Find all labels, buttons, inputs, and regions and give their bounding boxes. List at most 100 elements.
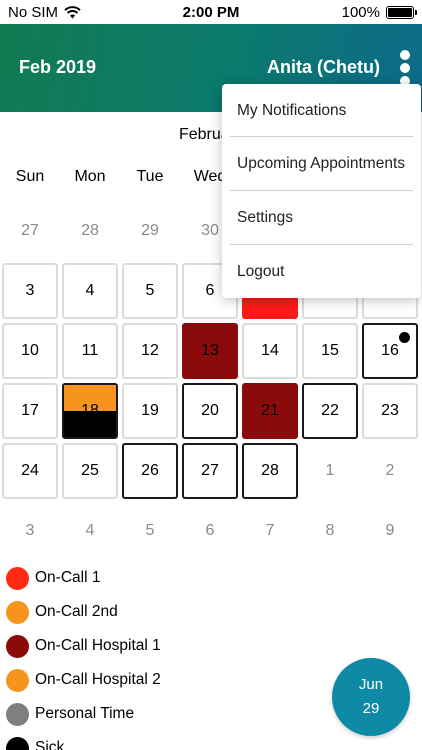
calendar-day[interactable]: 19 bbox=[122, 383, 178, 439]
header-user-name: Anita (Chetu) bbox=[267, 57, 380, 77]
legend-label: On-Call Hospital 1 bbox=[35, 637, 161, 654]
calendar-day-number: 27 bbox=[21, 222, 39, 239]
calendar-day[interactable]: 1 bbox=[302, 443, 358, 499]
calendar-day[interactable]: 10 bbox=[2, 323, 58, 379]
today-month: Jun bbox=[358, 676, 384, 693]
calendar-day-number: 17 bbox=[21, 402, 39, 419]
calendar-day[interactable]: 20 bbox=[182, 383, 238, 439]
calendar-day-number: 5 bbox=[145, 522, 155, 539]
calendar-day[interactable]: 15 bbox=[302, 323, 358, 379]
legend-swatch bbox=[6, 566, 29, 590]
battery-percent: 100% bbox=[341, 3, 380, 21]
calendar-day-number: 3 bbox=[25, 282, 35, 299]
today-button[interactable]: Jun 29 bbox=[332, 658, 410, 736]
event-dot-icon bbox=[399, 332, 410, 343]
menu-item-appointments[interactable]: Upcoming Appointments bbox=[222, 137, 421, 191]
status-bar: No SIM 2:00 PM 100% bbox=[0, 0, 422, 24]
calendar-day-number: 15 bbox=[321, 342, 339, 359]
today-day: 29 bbox=[362, 700, 380, 717]
legend-swatch bbox=[6, 702, 29, 726]
menu-item-settings[interactable]: Settings bbox=[222, 191, 421, 245]
calendar-day[interactable]: 9 bbox=[362, 503, 418, 559]
calendar-day[interactable]: 22 bbox=[302, 383, 358, 439]
calendar-day[interactable]: 3 bbox=[2, 263, 58, 319]
menu-item-notifications[interactable]: My Notifications bbox=[222, 84, 421, 138]
legend-label: On-Call 2nd bbox=[35, 603, 118, 620]
weekday-label: Sun bbox=[15, 168, 45, 185]
calendar-day-number: 28 bbox=[261, 462, 279, 479]
legend-label: Sick bbox=[35, 739, 65, 750]
battery-icon bbox=[386, 5, 417, 19]
calendar-day-number: 6 bbox=[205, 522, 215, 539]
calendar-day-number: 30 bbox=[201, 222, 219, 239]
calendar-day[interactable]: 4 bbox=[62, 263, 118, 319]
calendar-day-number: 26 bbox=[141, 462, 159, 479]
calendar-day[interactable]: 5 bbox=[122, 263, 178, 319]
calendar-day-number: 6 bbox=[205, 282, 215, 299]
calendar-day-number: 21 bbox=[261, 402, 279, 419]
legend-item: On-Call 2nd bbox=[6, 600, 118, 624]
header-month[interactable]: Feb 2019 bbox=[19, 57, 96, 78]
calendar-day-number: 12 bbox=[141, 342, 159, 359]
calendar-day-number: 20 bbox=[201, 402, 219, 419]
calendar-day-number: 3 bbox=[25, 522, 35, 539]
options-menu: My Notifications Upcoming Appointments S… bbox=[222, 84, 421, 298]
calendar-day-number: 24 bbox=[21, 462, 39, 479]
calendar-day-number: 22 bbox=[321, 402, 339, 419]
calendar-day-number: 13 bbox=[201, 342, 219, 359]
legend-item: On-Call Hospital 2 bbox=[6, 668, 161, 692]
carrier-label: No SIM bbox=[8, 3, 59, 21]
calendar-day[interactable]: 7 bbox=[242, 503, 298, 559]
calendar-day[interactable]: 4 bbox=[62, 503, 118, 559]
calendar-day-number: 27 bbox=[201, 462, 219, 479]
status-right: 100% bbox=[341, 3, 417, 21]
calendar-day[interactable]: 17 bbox=[2, 383, 58, 439]
calendar-day[interactable]: 16 bbox=[362, 323, 418, 379]
legend-label: Personal Time bbox=[35, 705, 135, 722]
calendar-day[interactable]: 21 bbox=[242, 383, 298, 439]
calendar-day-number: 4 bbox=[85, 522, 95, 539]
calendar-day-number: 19 bbox=[141, 402, 159, 419]
legend-swatch bbox=[6, 634, 29, 658]
calendar-day[interactable]: 11 bbox=[62, 323, 118, 379]
legend-item: On-Call 1 bbox=[6, 566, 100, 590]
calendar-day[interactable]: 3 bbox=[2, 503, 58, 559]
more-options-icon[interactable] bbox=[398, 50, 412, 86]
menu-item-logout[interactable]: Logout bbox=[222, 245, 421, 298]
calendar-day[interactable]: 25 bbox=[62, 443, 118, 499]
legend-item: Personal Time bbox=[6, 702, 134, 726]
calendar-day[interactable]: 18 bbox=[62, 383, 118, 439]
calendar-day[interactable]: 6 bbox=[182, 503, 238, 559]
legend-label: On-Call Hospital 2 bbox=[35, 671, 161, 688]
calendar-day[interactable]: 12 bbox=[122, 323, 178, 379]
calendar-day[interactable]: 29 bbox=[122, 203, 178, 259]
calendar-day-number: 25 bbox=[81, 462, 99, 479]
calendar-day[interactable]: 14 bbox=[242, 323, 298, 379]
calendar-day-number: 28 bbox=[81, 222, 99, 239]
calendar-day-number: 5 bbox=[145, 282, 155, 299]
calendar-day[interactable]: 26 bbox=[122, 443, 178, 499]
calendar-day-number: 2 bbox=[385, 462, 395, 479]
calendar-day-number: 7 bbox=[265, 522, 275, 539]
legend-swatch bbox=[6, 736, 29, 750]
status-left: No SIM bbox=[8, 4, 81, 21]
calendar-day-number: 16 bbox=[381, 342, 399, 359]
calendar-day[interactable]: 27 bbox=[2, 203, 58, 259]
weekday-label: Tue bbox=[136, 168, 164, 185]
calendar-day[interactable]: 23 bbox=[362, 383, 418, 439]
calendar-day-number: 10 bbox=[21, 342, 39, 359]
calendar-day-number: 1 bbox=[325, 462, 335, 479]
calendar-day-number: 9 bbox=[385, 522, 395, 539]
calendar-day[interactable]: 27 bbox=[182, 443, 238, 499]
calendar-day-number: 4 bbox=[85, 282, 95, 299]
calendar-day-number: 11 bbox=[81, 342, 99, 359]
calendar-day-number: 29 bbox=[141, 222, 159, 239]
calendar-day[interactable]: 28 bbox=[242, 443, 298, 499]
legend-item: On-Call Hospital 1 bbox=[6, 634, 161, 658]
calendar-day[interactable]: 28 bbox=[62, 203, 118, 259]
calendar-day[interactable]: 24 bbox=[2, 443, 58, 499]
calendar-day[interactable]: 13 bbox=[182, 323, 238, 379]
calendar-day[interactable]: 5 bbox=[122, 503, 178, 559]
calendar-day[interactable]: 8 bbox=[302, 503, 358, 559]
calendar-day[interactable]: 2 bbox=[362, 443, 418, 499]
